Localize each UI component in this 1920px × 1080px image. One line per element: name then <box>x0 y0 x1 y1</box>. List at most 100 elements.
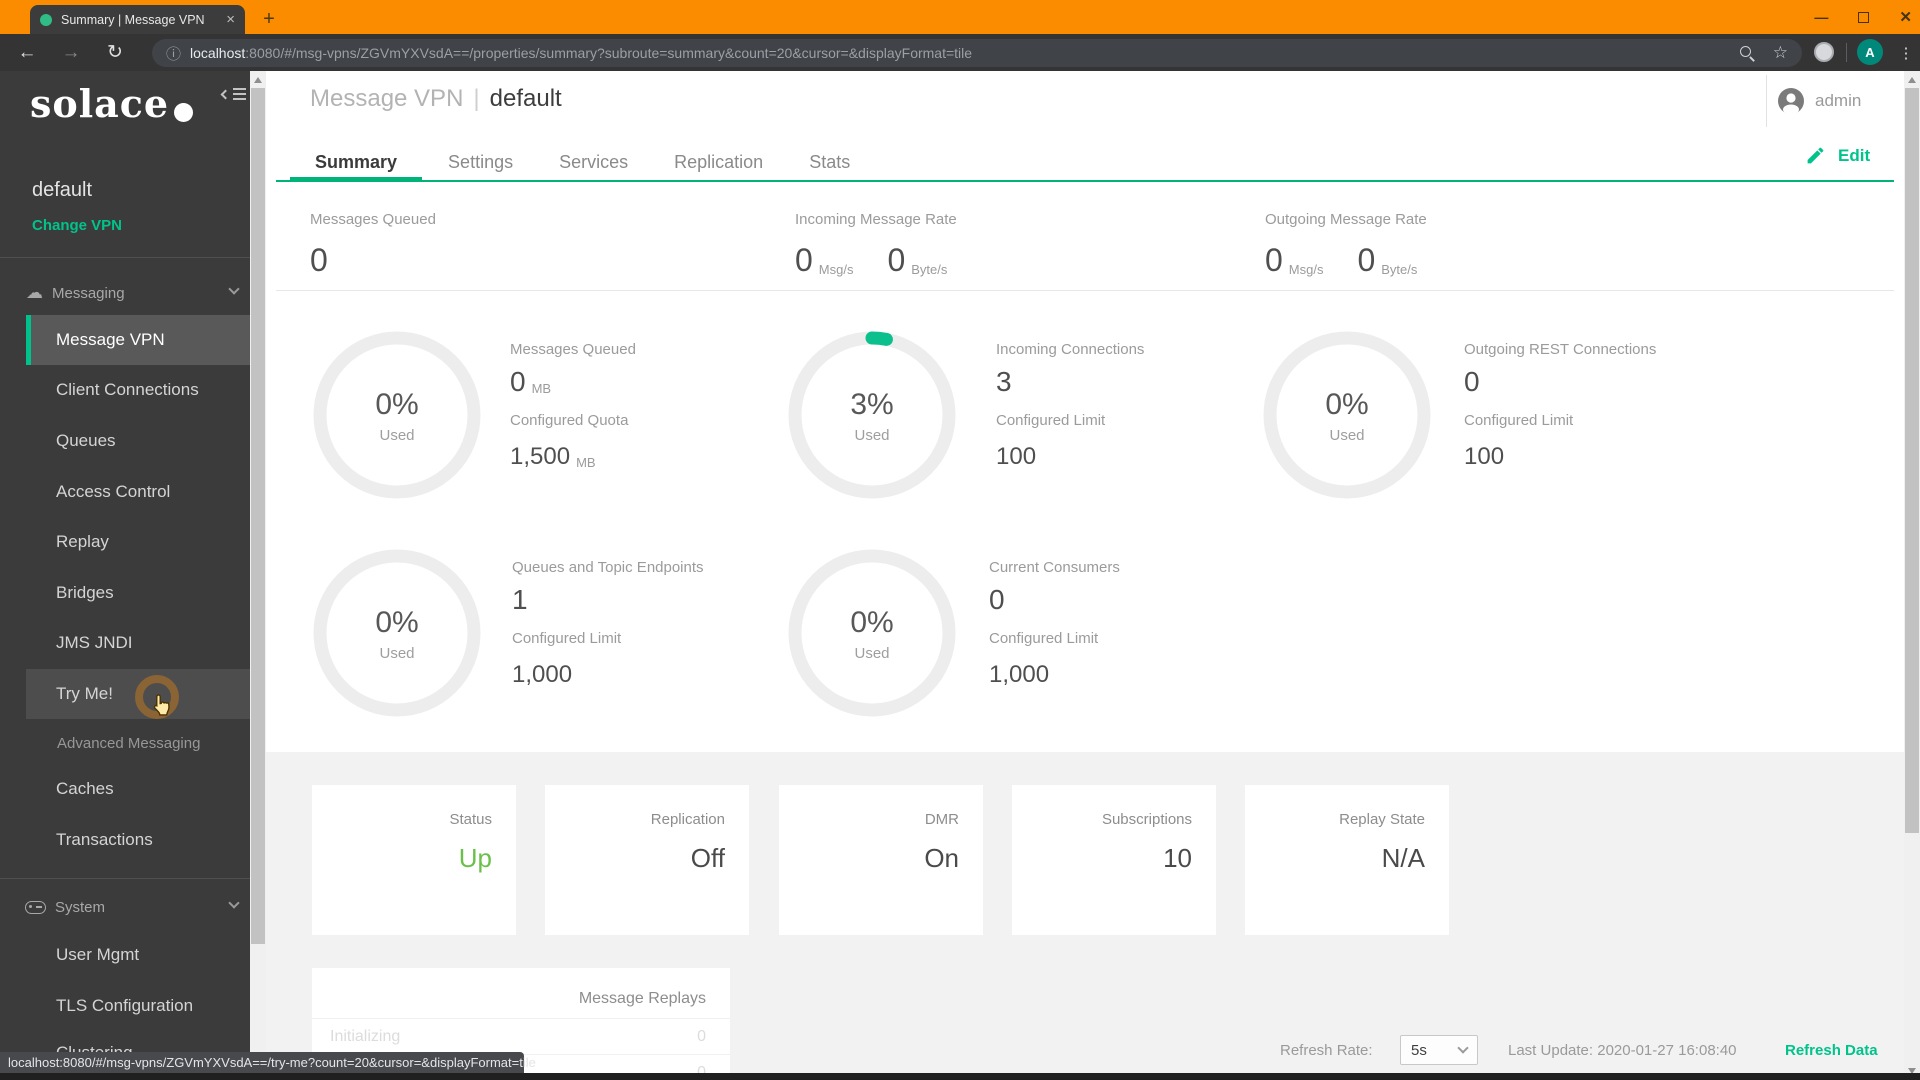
user-menu[interactable]: admin <box>1777 87 1861 115</box>
status-badge: Up <box>458 843 492 873</box>
reload-icon[interactable]: ↻ <box>100 34 130 71</box>
edit-button[interactable]: Edit <box>1805 145 1870 166</box>
gauge-text-current-consumers: Current Consumers 0 Configured Limit 1,0… <box>989 559 1120 688</box>
sidebar-section-system[interactable]: System <box>0 895 250 919</box>
tab-replication[interactable]: Replication <box>654 142 783 182</box>
sidebar-label-advanced-messaging: Advanced Messaging <box>57 735 201 752</box>
window-maximize-icon[interactable] <box>1858 11 1870 23</box>
sidebar-item-access-control[interactable]: Access Control <box>0 467 250 517</box>
extension-icon[interactable] <box>1814 42 1834 62</box>
gauge-text-messages-queued: Messages Queued 0 MB Configured Quota 1,5… <box>510 341 636 470</box>
profile-avatar[interactable]: A <box>1857 39 1883 65</box>
chevron-down-icon <box>228 283 240 295</box>
tab-summary[interactable]: Summary <box>290 142 423 182</box>
card-dmr: DMR On <box>779 785 983 935</box>
sidebar-item-caches[interactable]: Caches <box>0 764 250 814</box>
scroll-up-icon[interactable] <box>254 77 262 83</box>
back-icon[interactable]: ← <box>12 34 42 71</box>
browser-toolbar: ← → ↻ ⓘ localhost:8080/#/msg-vpns/ZGVmYX… <box>0 34 1920 71</box>
page-title: Message VPN | default <box>310 85 562 112</box>
site-info-icon[interactable]: ⓘ <box>166 43 181 64</box>
current-vpn-name: default <box>32 179 93 201</box>
window-minimize-icon[interactable]: — <box>1814 9 1828 25</box>
sidebar: solace default Change VPN ☁ Messaging Me… <box>0 71 250 1080</box>
browser-menu-icon[interactable]: ⋮ <box>1894 34 1918 71</box>
gauge-current-consumers: 0% Used <box>787 548 957 718</box>
logo-dot-icon <box>174 103 194 122</box>
replay-row-initializing: Initializing 0 <box>312 1018 730 1054</box>
sidebar-item-message-vpn[interactable]: Message VPN <box>26 315 250 365</box>
gauge-incoming-connections: 3% Used <box>787 330 957 500</box>
tab-services[interactable]: Services <box>539 142 648 182</box>
tab-title: Summary | Message VPN <box>61 12 205 27</box>
sidebar-item-jms-jndi[interactable]: JMS JNDI <box>0 618 250 668</box>
refresh-data-button[interactable]: Refresh Data <box>1785 1042 1878 1059</box>
sidebar-divider <box>0 878 250 879</box>
pencil-icon <box>1807 147 1824 164</box>
main-content: Message VPN | default admin Edit Summary… <box>266 71 1904 1080</box>
header-divider <box>1766 75 1767 127</box>
sidebar-scrollbar[interactable] <box>250 71 266 1080</box>
message-replays-title: Message Replays <box>578 990 706 1007</box>
section-divider <box>276 290 1894 291</box>
tab-settings[interactable]: Settings <box>428 142 533 182</box>
sidebar-item-tls-configuration[interactable]: TLS Configuration <box>0 981 250 1031</box>
change-vpn-link[interactable]: Change VPN <box>32 217 122 234</box>
cloud-icon: ☁ <box>26 283 43 302</box>
toolbar-separator <box>1846 43 1847 62</box>
solace-logo: solace <box>30 81 194 126</box>
window-controls: — ✕ <box>1814 0 1912 34</box>
sidebar-scrollbar-thumb[interactable] <box>251 88 265 944</box>
user-icon <box>1778 88 1804 115</box>
new-tab-button[interactable]: + <box>256 6 282 32</box>
scroll-up-icon[interactable] <box>1908 77 1916 83</box>
gauge-messages-queued: 0% Used <box>312 330 482 500</box>
system-chip-icon <box>25 900 46 914</box>
chevron-down-icon <box>1457 1042 1469 1054</box>
refresh-rate-select[interactable]: 5s <box>1400 1035 1478 1065</box>
user-name: admin <box>1815 91 1862 110</box>
url-bar[interactable]: ⓘ localhost:8080/#/msg-vpns/ZGVmYXVsdA==… <box>152 39 1802 67</box>
refresh-rate-label: Refresh Rate: <box>1280 1042 1373 1059</box>
gauge-text-queues-topic-endpoints: Queues and Topic Endpoints 1 Configured … <box>512 559 704 688</box>
stat-outgoing-rate: Outgoing Message Rate 0 Msg/s 0 Byte/s <box>1265 211 1427 278</box>
sidebar-item-replay[interactable]: Replay <box>0 517 250 567</box>
tab-stats[interactable]: Stats <box>789 142 870 182</box>
hand-cursor-icon <box>150 693 173 724</box>
sidebar-item-transactions[interactable]: Transactions <box>0 815 250 865</box>
bookmark-star-icon[interactable]: ☆ <box>1773 43 1788 63</box>
sidebar-item-client-connections[interactable]: Client Connections <box>0 365 250 415</box>
tab-close-icon[interactable]: × <box>226 12 235 27</box>
url-text[interactable]: localhost:8080/#/msg-vpns/ZGVmYXVsdA==/p… <box>190 45 1739 61</box>
card-subscriptions: Subscriptions 10 <box>1012 785 1216 935</box>
sidebar-section-messaging[interactable]: ☁ Messaging <box>0 281 250 305</box>
main-scrollbar[interactable] <box>1904 71 1920 1080</box>
sidebar-divider <box>0 257 250 258</box>
gauge-text-outgoing-rest-connections: Outgoing REST Connections 0 Configured L… <box>1464 341 1657 470</box>
tab-bar: Summary Settings Services Replication St… <box>290 142 870 182</box>
card-replication: Replication Off <box>545 785 749 935</box>
tab-underline <box>276 180 1894 182</box>
forward-icon[interactable]: → <box>56 34 86 71</box>
card-status: Status Up <box>312 785 516 935</box>
sidebar-item-user-mgmt[interactable]: User Mgmt <box>0 930 250 980</box>
card-replay-state: Replay State N/A <box>1245 785 1449 935</box>
sidebar-item-bridges[interactable]: Bridges <box>0 568 250 618</box>
window-bottom-edge <box>0 1073 1920 1080</box>
chevron-down-icon <box>228 897 240 909</box>
sidebar-item-queues[interactable]: Queues <box>0 416 250 466</box>
link-status-bubble: localhost:8080/#/msg-vpns/ZGVmYXVsdA==/t… <box>0 1052 536 1073</box>
tab-favicon-icon <box>40 13 52 26</box>
stat-incoming-rate: Incoming Message Rate 0 Msg/s 0 Byte/s <box>795 211 957 278</box>
window-close-icon[interactable]: ✕ <box>1899 8 1912 26</box>
gauge-outgoing-rest-connections: 0% Used <box>1262 330 1432 500</box>
stat-messages-queued: Messages Queued 0 <box>310 211 436 278</box>
browser-tab[interactable]: Summary | Message VPN × <box>30 5 245 34</box>
zoom-icon[interactable] <box>1739 45 1755 61</box>
browser-tabstrip: Summary | Message VPN × + — ✕ <box>0 0 1920 34</box>
last-update-text: Last Update: 2020-01-27 16:08:40 <box>1508 1042 1737 1059</box>
vpn-title-name: default <box>489 85 562 112</box>
main-scrollbar-thumb[interactable] <box>1905 88 1919 833</box>
gauge-text-incoming-connections: Incoming Connections 3 Configured Limit … <box>996 341 1145 470</box>
sidebar-collapse-icon[interactable] <box>220 88 246 100</box>
